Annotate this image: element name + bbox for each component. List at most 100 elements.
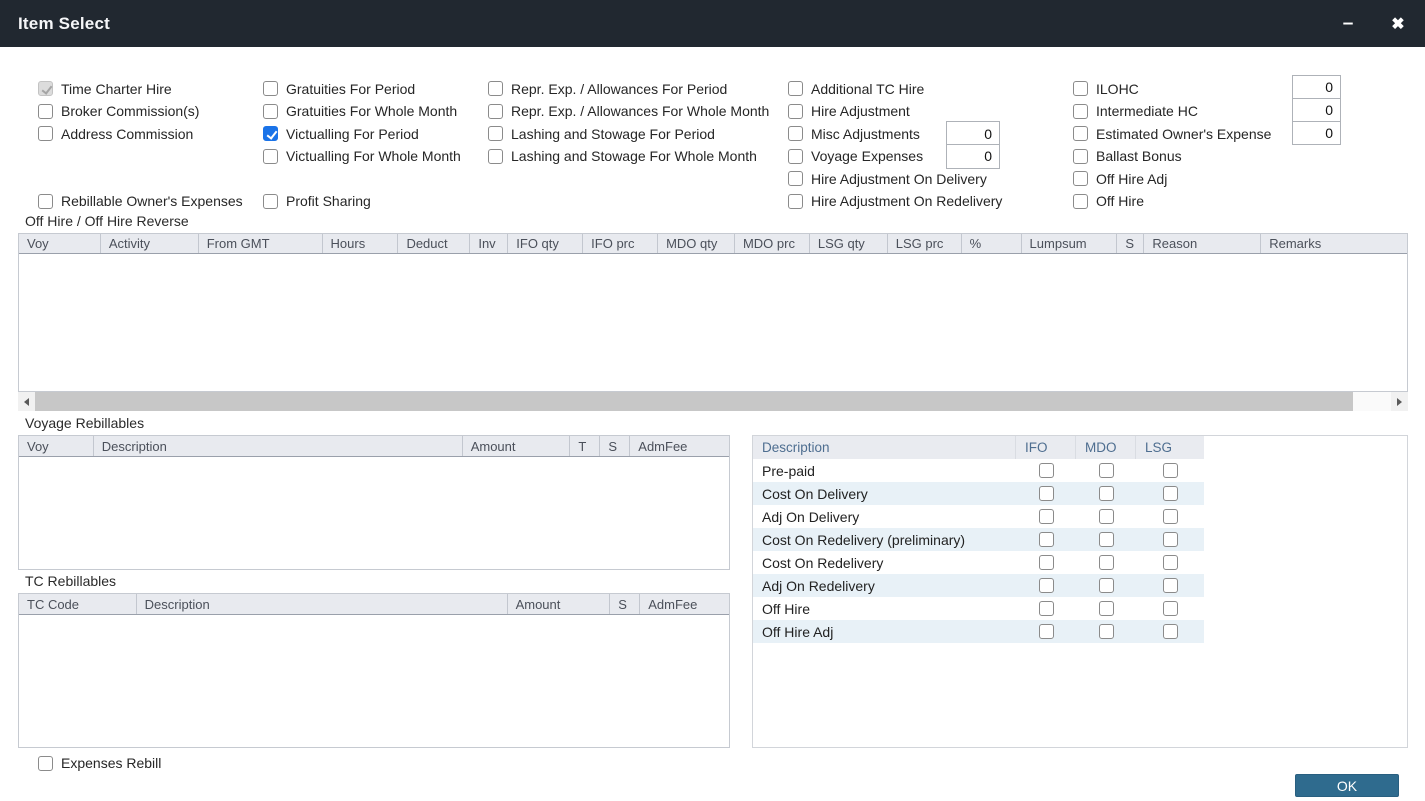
checkbox-icon[interactable]	[1039, 601, 1054, 616]
voyage-rebillables-grid-body[interactable]	[19, 457, 729, 569]
checkbox-item-ilohc[interactable]: ILOHC	[1073, 77, 1139, 100]
fuel-cell-cost-on-redelivery-mdo[interactable]	[1076, 551, 1136, 574]
checkbox-icon[interactable]	[263, 149, 278, 164]
column-header-voy[interactable]: Voy	[19, 234, 101, 253]
checkbox-icon[interactable]	[488, 81, 503, 96]
fuel-cell-off-hire-ifo[interactable]	[1016, 597, 1076, 620]
fuel-cell-off-hire-lsg[interactable]	[1136, 597, 1204, 620]
checkbox-icon[interactable]	[1163, 532, 1178, 547]
column-header-s[interactable]: S	[1117, 234, 1144, 253]
column-header-admfee[interactable]: AdmFee	[640, 594, 729, 614]
checkbox-icon[interactable]	[788, 104, 803, 119]
estimated-owners-expense-amount-input[interactable]	[1292, 121, 1341, 145]
checkbox-icon[interactable]	[263, 104, 278, 119]
checkbox-icon[interactable]	[1039, 486, 1054, 501]
checkbox-item-hire-adjustment[interactable]: Hire Adjustment	[788, 100, 910, 123]
checkbox-icon[interactable]	[1099, 555, 1114, 570]
checkbox-icon[interactable]	[263, 81, 278, 96]
checkbox-item-voyage-expenses[interactable]: Voyage Expenses	[788, 145, 923, 168]
fuel-cell-cost-on-redelivery-preliminary-lsg[interactable]	[1136, 528, 1204, 551]
intermediate-hc-amount-input[interactable]	[1292, 98, 1341, 122]
checkbox-item-ballast-bonus[interactable]: Ballast Bonus	[1073, 145, 1182, 168]
checkbox-icon[interactable]	[1163, 624, 1178, 639]
misc-adjustments-amount-input[interactable]	[946, 121, 1000, 146]
checkbox-icon[interactable]	[1073, 104, 1088, 119]
checkbox-item-hire-adjustment-on-delivery[interactable]: Hire Adjustment On Delivery	[788, 167, 987, 190]
fuel-cell-adj-on-delivery-lsg[interactable]	[1136, 505, 1204, 528]
column-header-activity[interactable]: Activity	[101, 234, 199, 253]
column-header-deduct[interactable]: Deduct	[398, 234, 470, 253]
column-header-description[interactable]: Description	[94, 436, 463, 456]
checkbox-item-expenses-rebill[interactable]: Expenses Rebill	[38, 755, 161, 771]
checkbox-icon[interactable]	[1163, 601, 1178, 616]
checkbox-icon[interactable]	[1039, 532, 1054, 547]
column-header-amount[interactable]: Amount	[463, 436, 571, 456]
fuel-cell-cost-on-redelivery-ifo[interactable]	[1016, 551, 1076, 574]
checkbox-icon[interactable]	[38, 126, 53, 141]
column-header-reason[interactable]: Reason	[1144, 234, 1261, 253]
fuel-cell-cost-on-redelivery-preliminary-mdo[interactable]	[1076, 528, 1136, 551]
fuel-cell-cost-on-delivery-mdo[interactable]	[1076, 482, 1136, 505]
checkbox-item-off-hire-adj[interactable]: Off Hire Adj	[1073, 167, 1167, 190]
column-header-ifo-qty[interactable]: IFO qty	[508, 234, 583, 253]
ilohc-amount-input[interactable]	[1292, 75, 1341, 99]
checkbox-icon[interactable]	[38, 104, 53, 119]
column-header-mdo-prc[interactable]: MDO prc	[735, 234, 810, 253]
column-header-s[interactable]: S	[610, 594, 640, 614]
checkbox-item-intermediate-hc[interactable]: Intermediate HC	[1073, 100, 1198, 123]
checkbox-icon[interactable]	[1039, 624, 1054, 639]
checkbox-icon[interactable]	[1163, 578, 1178, 593]
column-header-amount[interactable]: Amount	[508, 594, 611, 614]
checkbox-icon[interactable]	[38, 194, 53, 209]
checkbox-icon[interactable]	[1039, 555, 1054, 570]
checkbox-item-gratuities-for-period[interactable]: Gratuities For Period	[263, 77, 415, 100]
checkbox-icon[interactable]	[1163, 555, 1178, 570]
fuel-cell-off-hire-mdo[interactable]	[1076, 597, 1136, 620]
fuel-cell-off-hire-adj-ifo[interactable]	[1016, 620, 1076, 643]
checkbox-icon[interactable]	[263, 194, 278, 209]
column-header-from-gmt[interactable]: From GMT	[199, 234, 323, 253]
checkbox-icon[interactable]	[488, 104, 503, 119]
column-header-lsg-qty[interactable]: LSG qty	[810, 234, 888, 253]
voyage-expenses-amount-input[interactable]	[946, 144, 1000, 169]
checkbox-item-lashing-and-stowage-for-whole-month[interactable]: Lashing and Stowage For Whole Month	[488, 145, 757, 168]
fuel-cell-off-hire-adj-lsg[interactable]	[1136, 620, 1204, 643]
checkbox-icon[interactable]	[1163, 486, 1178, 501]
checkbox-icon[interactable]	[488, 149, 503, 164]
scroll-left-button[interactable]	[18, 392, 35, 411]
checkbox-icon[interactable]	[488, 126, 503, 141]
column-header-remarks[interactable]: Remarks	[1261, 234, 1407, 253]
checkbox-item-gratuities-for-whole-month[interactable]: Gratuities For Whole Month	[263, 100, 457, 123]
off-hire-grid-hscrollbar[interactable]	[18, 392, 1408, 411]
checkbox-icon[interactable]	[788, 171, 803, 186]
fuel-cell-off-hire-adj-mdo[interactable]	[1076, 620, 1136, 643]
checkbox-icon[interactable]	[1099, 624, 1114, 639]
checkbox-icon[interactable]	[788, 81, 803, 96]
checkbox-item-broker-commission-s[interactable]: Broker Commission(s)	[38, 100, 199, 123]
column-header-voy[interactable]: Voy	[19, 436, 94, 456]
checkbox-item-repr-exp-allowances-for-period[interactable]: Repr. Exp. / Allowances For Period	[488, 77, 727, 100]
checkbox-icon[interactable]	[1039, 578, 1054, 593]
checkbox-icon[interactable]	[788, 126, 803, 141]
column-header-hours[interactable]: Hours	[323, 234, 399, 253]
column-header-inv[interactable]: Inv	[470, 234, 508, 253]
column-header-lumpsum[interactable]: Lumpsum	[1022, 234, 1118, 253]
fuel-cell-pre-paid-mdo[interactable]	[1076, 459, 1136, 482]
column-header-admfee[interactable]: AdmFee	[630, 436, 729, 456]
checkbox-icon[interactable]	[1099, 601, 1114, 616]
checkbox-item-additional-tc-hire[interactable]: Additional TC Hire	[788, 77, 924, 100]
checkbox-icon[interactable]	[788, 149, 803, 164]
checkbox-item-estimated-owner-s-expense[interactable]: Estimated Owner's Expense	[1073, 122, 1271, 145]
checkbox-item-rebillable-owner-s-expenses[interactable]: Rebillable Owner's Expenses	[38, 190, 243, 213]
checkbox-item-repr-exp-allowances-for-whole-month[interactable]: Repr. Exp. / Allowances For Whole Month	[488, 100, 769, 123]
checkbox-icon[interactable]	[1099, 532, 1114, 547]
checkbox-item-misc-adjustments[interactable]: Misc Adjustments	[788, 122, 920, 145]
checkbox-item-address-commission[interactable]: Address Commission	[38, 122, 193, 145]
checkbox-checked-icon[interactable]	[263, 126, 278, 141]
checkbox-icon[interactable]	[1073, 194, 1088, 209]
checkbox-item-off-hire[interactable]: Off Hire	[1073, 190, 1144, 213]
fuel-cell-adj-on-delivery-ifo[interactable]	[1016, 505, 1076, 528]
off-hire-grid-body[interactable]	[19, 254, 1407, 391]
checkbox-icon[interactable]	[1073, 171, 1088, 186]
checkbox-icon[interactable]	[1099, 486, 1114, 501]
